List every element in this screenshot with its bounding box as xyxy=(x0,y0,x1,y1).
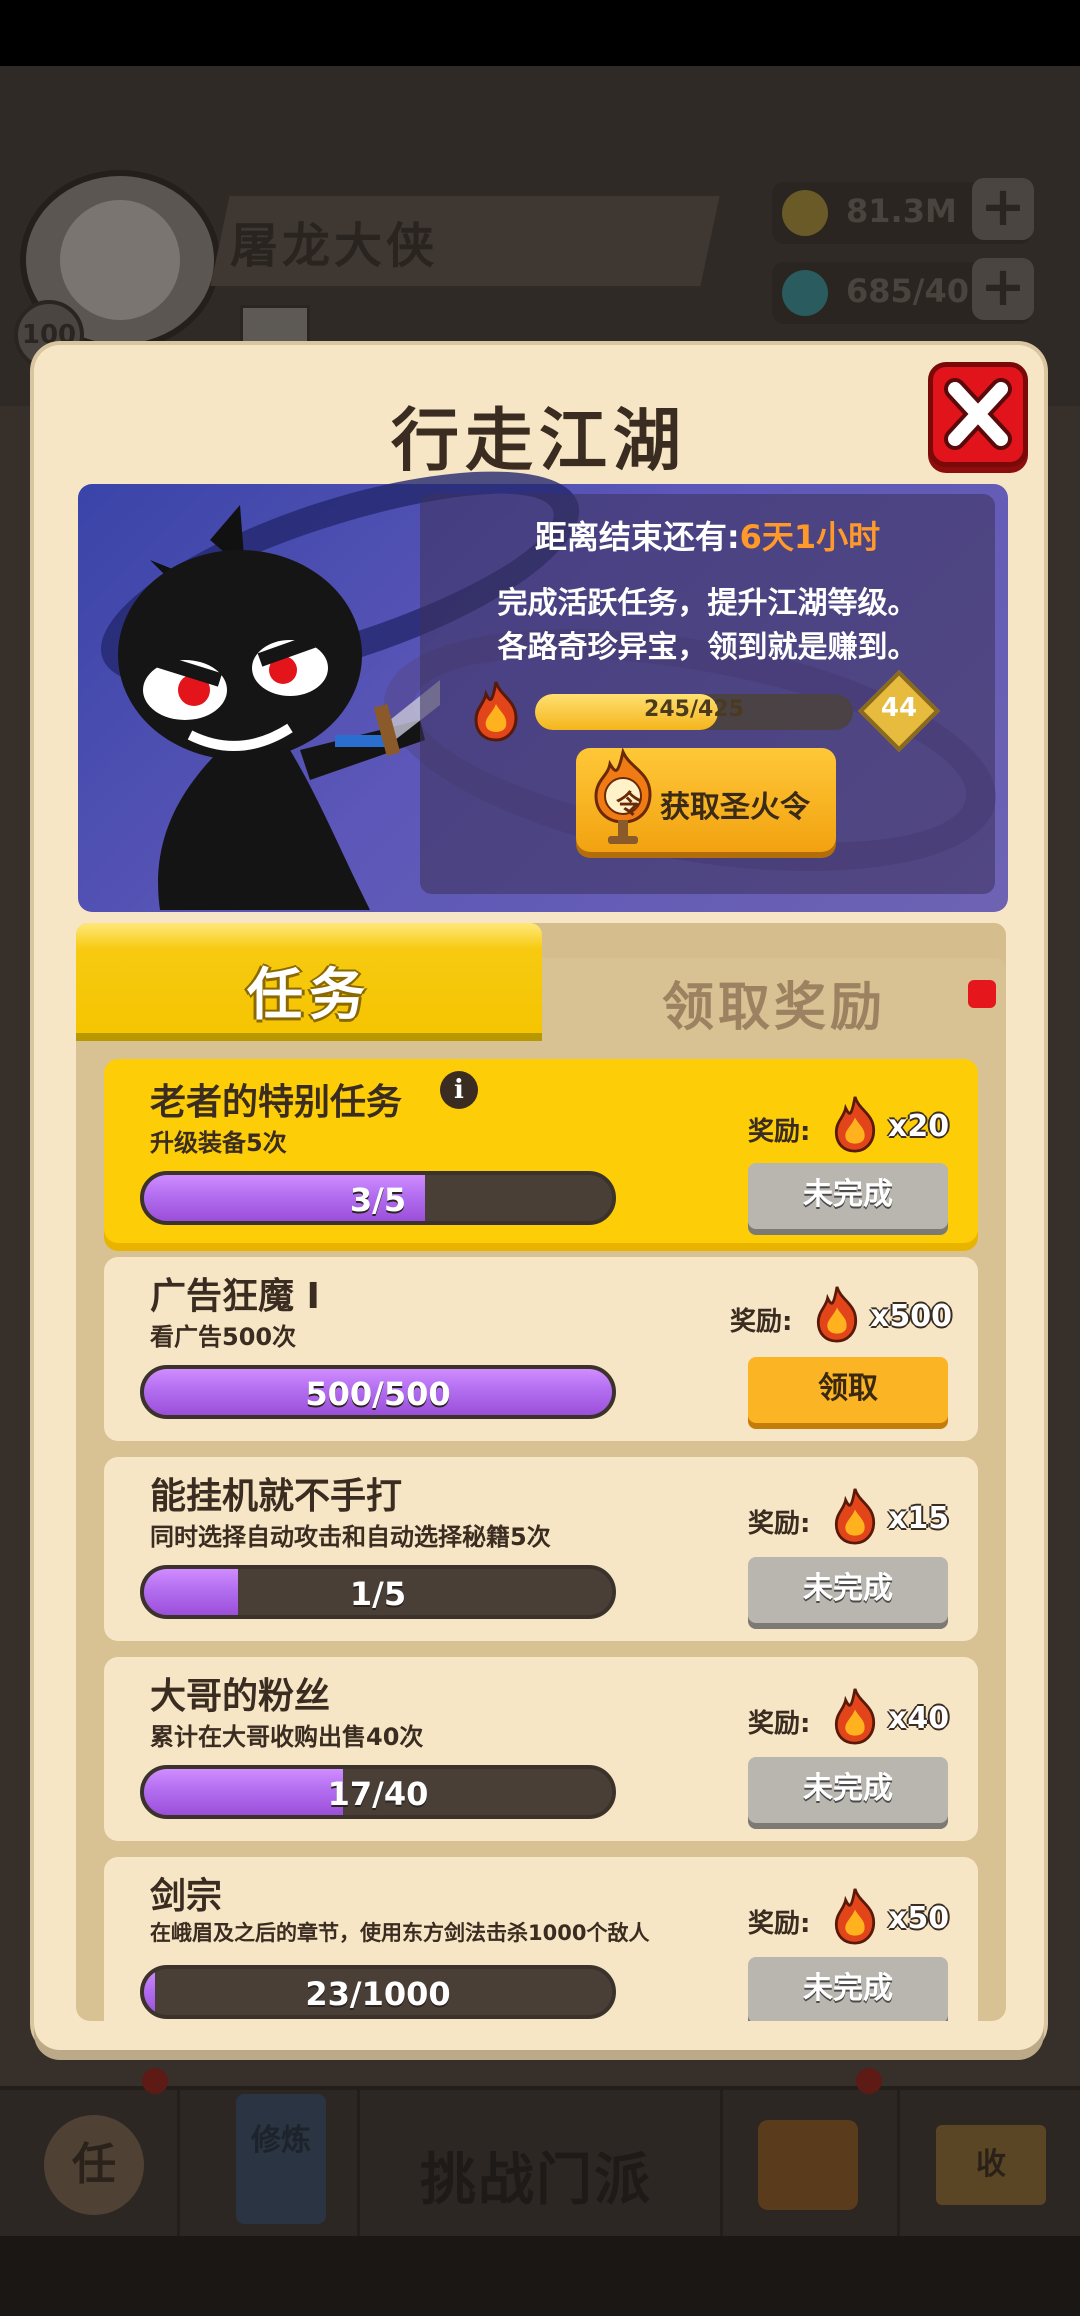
fire-icon xyxy=(834,1888,876,1945)
task-subtitle: 升级装备5次 xyxy=(150,1129,287,1157)
task-card: 能挂机就不手打 同时选择自动攻击和自动选择秘籍5次 1/5 奖励: x15 未完… xyxy=(104,1457,978,1641)
task-progress-text: 3/5 xyxy=(349,1181,407,1219)
get-fire-token-label: 获取圣火令 xyxy=(660,790,810,825)
nav-notification-dot xyxy=(142,2068,168,2094)
fire-icon xyxy=(834,1488,876,1545)
system-nav-bar xyxy=(0,2236,1080,2316)
reward-quantity: x15 xyxy=(888,1501,950,1536)
info-icon[interactable]: i xyxy=(440,1071,478,1109)
task-progress-text: 23/1000 xyxy=(305,1975,451,2013)
task-title: 能挂机就不手打 xyxy=(150,1476,403,1517)
task-progress-text: 1/5 xyxy=(349,1575,407,1613)
task-incomplete-button[interactable]: 未完成 xyxy=(748,1957,948,2021)
nav-training-book-icon: 修炼 xyxy=(236,2094,326,2224)
task-incomplete-button[interactable]: 未完成 xyxy=(748,1757,948,1823)
gold-coin-icon xyxy=(782,190,828,236)
reward-quantity: x20 xyxy=(888,1109,950,1144)
player-name: 屠龙大侠 xyxy=(230,218,439,274)
nav-shop-icon: 收 xyxy=(936,2125,1046,2205)
task-title: 大哥的粉丝 xyxy=(150,1676,331,1717)
fire-icon xyxy=(834,1096,876,1153)
reward-label: 奖励: xyxy=(748,1709,811,1739)
task-subtitle: 在峨眉及之后的章节，使用东方剑法击杀1000个敌人 xyxy=(150,1921,650,1945)
reward-quantity: x50 xyxy=(888,1901,950,1936)
countdown-label: 距离结束还有: xyxy=(534,518,740,556)
nav-building-icon xyxy=(758,2120,858,2210)
reward-label: 奖励: xyxy=(730,1307,793,1337)
task-incomplete-button[interactable]: 未完成 xyxy=(748,1163,948,1229)
add-gem-button: + xyxy=(972,258,1034,320)
gold-amount: 81.3M xyxy=(846,192,957,230)
task-card: 老者的特别任务 i 升级装备5次 3/5 奖励: x20 未完成 xyxy=(104,1059,978,1243)
nav-task-scroll-icon: 任 xyxy=(44,2115,144,2215)
tab-rewards-label: 领取奖励 xyxy=(661,978,886,1038)
event-description-line: 完成活跃任务，提升江湖等级。 xyxy=(497,586,918,621)
nav-challenge-label: 挑战门派 xyxy=(420,2148,652,2213)
task-card: 剑宗 在峨眉及之后的章节，使用东方剑法击杀1000个敌人 23/1000 奖励:… xyxy=(104,1857,978,2021)
task-title: 剑宗 xyxy=(150,1876,223,1917)
event-description-line: 各路奇珍异宝，领到就是赚到。 xyxy=(497,630,918,665)
reward-quantity: x40 xyxy=(888,1701,950,1736)
reward-label: 奖励: xyxy=(748,1509,811,1539)
rewards-notification-dot xyxy=(968,980,996,1008)
fire-icon xyxy=(474,681,518,742)
avatar-face xyxy=(60,200,180,320)
close-button[interactable] xyxy=(928,362,1028,467)
reward-label: 奖励: xyxy=(748,1909,811,1939)
add-gold-button: + xyxy=(972,178,1034,240)
nav-notification-dot xyxy=(856,2068,882,2094)
event-description: 完成活跃任务，提升江湖等级。 各路奇珍异宝，领到就是赚到。 xyxy=(420,582,995,670)
ninja-character-icon xyxy=(118,505,440,910)
countdown-value: 6天1小时 xyxy=(739,518,881,556)
task-incomplete-button[interactable]: 未完成 xyxy=(748,1557,948,1623)
reward-label: 奖励: xyxy=(748,1117,811,1147)
task-title: 老者的特别任务 xyxy=(150,1082,403,1123)
gem-amount: 685/40 xyxy=(846,272,970,310)
task-list[interactable]: 老者的特别任务 i 升级装备5次 3/5 奖励: x20 未完成 广告狂魔 I … xyxy=(76,1041,1006,2021)
task-progress-text: 500/500 xyxy=(305,1375,451,1413)
task-card: 大哥的粉丝 累计在大哥收购出售40次 17/40 奖励: x40 未完成 xyxy=(104,1657,978,1841)
tab-tasks-label: 任务 xyxy=(247,963,371,1028)
task-subtitle: 累计在大哥收购出售40次 xyxy=(150,1723,424,1751)
event-exp-text: 245/425 xyxy=(644,697,744,722)
task-title: 广告狂魔 I xyxy=(150,1276,320,1317)
task-subtitle: 看广告500次 xyxy=(150,1323,297,1351)
countdown-text: 距离结束还有:6天1小时 xyxy=(420,512,995,558)
task-subtitle: 同时选择自动攻击和自动选择秘籍5次 xyxy=(150,1523,551,1551)
task-progress-text: 17/40 xyxy=(327,1775,429,1813)
fire-icon xyxy=(834,1688,876,1745)
task-card: 广告狂魔 I 看广告500次 500/500 奖励: x500 领取 xyxy=(104,1257,978,1441)
event-level-value: 44 xyxy=(880,693,918,723)
modal-title: 行走江湖 xyxy=(390,402,687,481)
fire-icon xyxy=(816,1286,858,1343)
fire-token-char: 令 xyxy=(615,790,642,820)
task-claim-button[interactable]: 领取 xyxy=(748,1357,948,1423)
status-bar xyxy=(0,0,1080,66)
close-icon xyxy=(944,378,1012,450)
gem-icon xyxy=(782,270,828,316)
reward-quantity: x500 xyxy=(870,1299,952,1334)
